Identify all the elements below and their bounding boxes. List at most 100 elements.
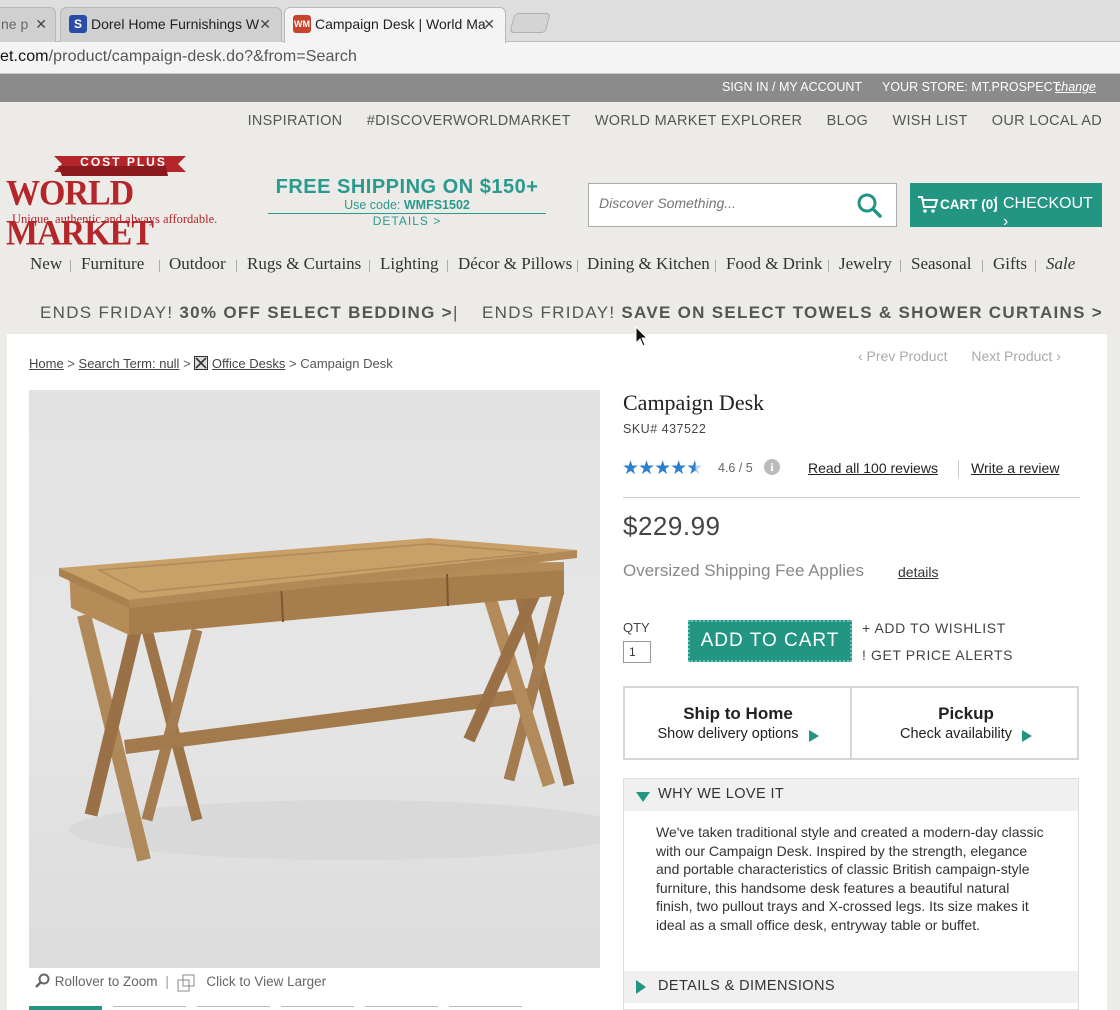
breadcrumb: Home > Search Term: null > Office Desks … xyxy=(29,356,393,371)
breadcrumb-search[interactable]: Search Term: null xyxy=(79,356,180,371)
add-to-cart-button[interactable]: ADD TO CART xyxy=(688,620,852,662)
thumbnail-4[interactable] xyxy=(281,1006,354,1010)
close-tab-icon[interactable]: ✕ xyxy=(35,16,47,33)
star-icon: ★ xyxy=(622,458,639,479)
cart-label: CART (0) xyxy=(940,197,998,212)
utility-nav: INSPIRATION #DISCOVERWORLDMARKET WORLD M… xyxy=(228,113,1102,129)
fulfillment-options: Ship to Home Show delivery options Picku… xyxy=(623,686,1079,760)
category-jewelry[interactable]: Jewelry xyxy=(839,254,892,274)
read-reviews-link[interactable]: Read all 100 reviews xyxy=(808,460,938,476)
category-new[interactable]: New xyxy=(30,254,62,274)
category-furniture[interactable]: Furniture xyxy=(81,254,144,274)
why-we-love-it-title: WHY WE LOVE IT xyxy=(658,786,785,802)
category-sale[interactable]: Sale xyxy=(1046,254,1075,274)
category-outdoor[interactable]: Outdoor xyxy=(169,254,226,274)
why-we-love-it-header[interactable]: WHY WE LOVE IT xyxy=(624,779,1078,811)
ship-to-home-option[interactable]: Ship to Home Show delivery options xyxy=(625,688,851,758)
product-sku: SKU# 437522 xyxy=(623,422,707,436)
star-icon: ★ xyxy=(654,458,671,479)
category-decor-pillows[interactable]: Décor & Pillows xyxy=(458,254,572,274)
checkout-label: CHECKOUT › xyxy=(1003,195,1093,230)
world-market-logo[interactable]: COST PLUS WORLD MARKET Unique, authentic… xyxy=(6,152,236,253)
close-tab-icon[interactable]: ✕ xyxy=(483,16,495,33)
option-title: Pickup xyxy=(938,704,994,723)
write-review-link[interactable]: Write a review xyxy=(971,460,1059,476)
category-food-drink[interactable]: Food & Drink xyxy=(726,254,822,274)
thumbnail-strip xyxy=(29,1006,600,1010)
close-tab-icon[interactable]: ✕ xyxy=(259,16,271,33)
add-to-wishlist-link[interactable]: + ADD TO WISHLIST xyxy=(862,620,1006,636)
promo-offer: 30% OFF SELECT BEDDING > xyxy=(179,303,453,322)
product-image[interactable] xyxy=(29,390,629,968)
tab-title: Dorel Home Furnishings W xyxy=(91,16,260,32)
view-larger-link[interactable]: Click to View Larger xyxy=(206,974,326,989)
nav-discover[interactable]: #DISCOVERWORLDMARKET xyxy=(367,113,571,129)
category-gifts[interactable]: Gifts xyxy=(993,254,1027,274)
breadcrumb-sep: > xyxy=(183,356,191,371)
tab-title: Campaign Desk | World Ma xyxy=(315,16,486,32)
chevron-right-icon xyxy=(636,980,646,998)
rating-value: 4.6 / 5 xyxy=(718,461,753,475)
category-lighting[interactable]: Lighting xyxy=(380,254,439,274)
new-tab-button[interactable] xyxy=(509,13,551,33)
promo-strip: ENDS FRIDAY! 30% OFF SELECT BEDDING > | … xyxy=(0,300,1120,328)
thumbnail-5[interactable] xyxy=(365,1006,438,1010)
category-rugs-curtains[interactable]: Rugs & Curtains xyxy=(247,254,361,274)
promo-lead: ENDS FRIDAY! xyxy=(40,303,180,322)
broken-image-icon xyxy=(194,356,209,370)
category-dining-kitchen[interactable]: Dining & Kitchen xyxy=(587,254,710,274)
prev-product-link[interactable]: ‹ Prev Product xyxy=(858,348,947,364)
thumbnail-6[interactable] xyxy=(449,1006,522,1010)
address-bar[interactable]: et.com/product/campaign-desk.do?&from=Se… xyxy=(0,42,1120,74)
product-price: $229.99 xyxy=(623,511,721,541)
image-tools: Rollover to Zoom | Click to View Larger xyxy=(35,973,326,992)
category-nav: New Furniture Outdoor Rugs & Curtains Li… xyxy=(0,252,1120,278)
thumbnail-3[interactable] xyxy=(197,1006,270,1010)
promo-towels[interactable]: ENDS FRIDAY! SAVE ON SELECT TOWELS & SHO… xyxy=(482,303,1103,323)
pickup-option[interactable]: Pickup Check availability xyxy=(853,688,1079,758)
enlarge-icon[interactable] xyxy=(177,974,197,992)
free-shipping-headline: FREE SHIPPING ON $150+ xyxy=(275,176,539,198)
change-store-link[interactable]: change xyxy=(1055,80,1096,94)
cart-checkout-button[interactable]: CART (0) | CHECKOUT › xyxy=(910,183,1102,230)
cart-divider: | xyxy=(994,195,999,212)
breadcrumb-home[interactable]: Home xyxy=(29,356,64,371)
star-half-icon: ★ xyxy=(686,458,703,479)
option-subtitle: Check availability xyxy=(899,726,1013,742)
browser-tab-active[interactable]: WM Campaign Desk | World Ma ✕ xyxy=(284,7,506,43)
browser-tab-1[interactable]: ne p ✕ xyxy=(0,7,56,42)
url-path: /product/campaign-desk.do?&from=Search xyxy=(48,48,358,65)
rating-stars[interactable]: ★★★★★ xyxy=(622,457,703,480)
nav-wish-list[interactable]: WISH LIST xyxy=(892,113,967,129)
promo-bedding[interactable]: ENDS FRIDAY! 30% OFF SELECT BEDDING > xyxy=(40,303,453,323)
search-icon[interactable] xyxy=(856,192,882,223)
nav-explorer[interactable]: WORLD MARKET EXPLORER xyxy=(595,113,802,129)
url-text[interactable]: et.com/product/campaign-desk.do?&from=Se… xyxy=(0,48,357,66)
search-input[interactable] xyxy=(599,195,839,211)
category-seasonal[interactable]: Seasonal xyxy=(911,254,971,274)
thumbnail-1[interactable] xyxy=(29,1006,102,1010)
why-we-love-it-body: We've taken traditional style and create… xyxy=(656,824,1044,933)
cart-icon xyxy=(918,196,939,217)
product-accordion: WHY WE LOVE IT We've taken traditional s… xyxy=(623,778,1079,1010)
nav-local-ad[interactable]: OUR LOCAL AD xyxy=(992,113,1102,129)
free-shipping-banner[interactable]: FREE SHIPPING ON $150+ Use code: WMFS150… xyxy=(268,176,546,228)
nav-inspiration[interactable]: INSPIRATION xyxy=(248,113,343,129)
promo-offer: SAVE ON SELECT TOWELS & SHOWER CURTAINS … xyxy=(621,303,1104,322)
browser-tab-2[interactable]: S Dorel Home Furnishings W ✕ xyxy=(60,7,282,42)
info-icon[interactable]: i xyxy=(764,459,780,475)
price-alerts-link[interactable]: ! GET PRICE ALERTS xyxy=(862,647,1013,663)
details-dimensions-header[interactable]: DETAILS & DIMENSIONS xyxy=(624,971,1078,1003)
free-shipping-details-link[interactable]: DETAILS > xyxy=(268,213,546,228)
nav-blog[interactable]: BLOG xyxy=(827,113,869,129)
breadcrumb-office-desks[interactable]: Office Desks xyxy=(212,356,285,371)
mouse-cursor-icon xyxy=(635,325,649,353)
next-product-link[interactable]: Next Product › xyxy=(971,348,1060,364)
product-pager: ‹ Prev Product Next Product › xyxy=(858,348,1061,364)
sign-in-link[interactable]: SIGN IN / MY ACCOUNT xyxy=(722,80,862,94)
quantity-input[interactable] xyxy=(623,641,651,663)
qty-label: QTY xyxy=(623,620,650,635)
tab-favicon: S xyxy=(69,15,87,33)
shipping-details-link[interactable]: details xyxy=(898,564,938,580)
thumbnail-2[interactable] xyxy=(113,1006,186,1010)
